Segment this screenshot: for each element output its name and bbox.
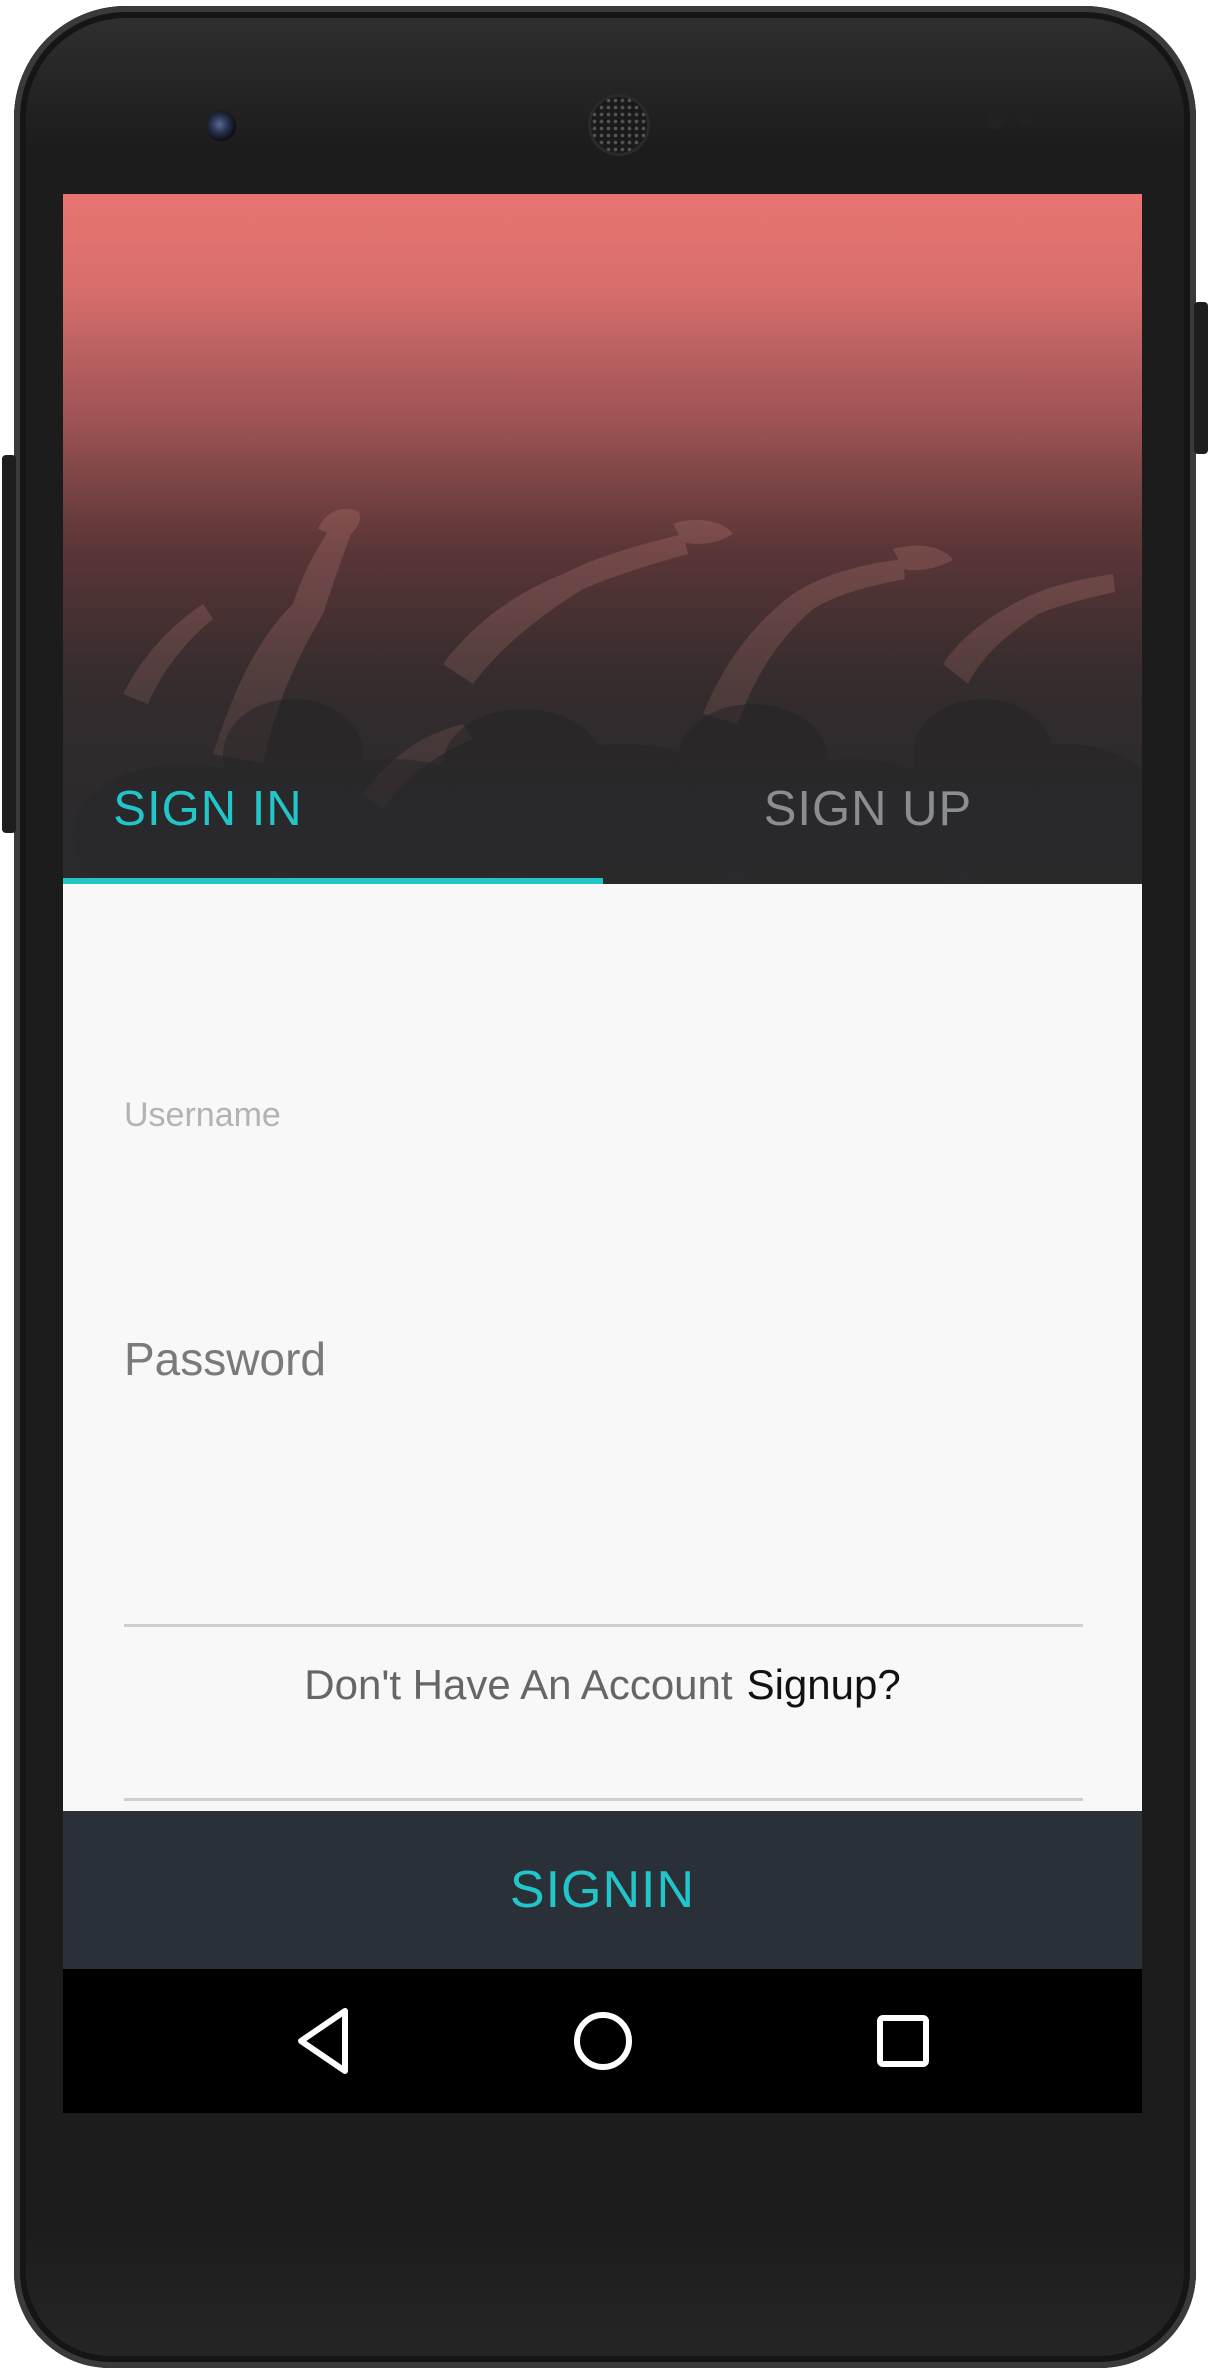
volume-button	[2, 455, 16, 833]
home-icon[interactable]	[559, 1997, 647, 2085]
username-underline	[124, 1798, 1083, 1801]
app-screen: SIGN IN SIGN UP Username Don't Have An A…	[63, 194, 1142, 2113]
tab-sign-in[interactable]: SIGN IN	[63, 769, 603, 849]
front-camera	[206, 111, 236, 141]
light-sensor	[1020, 116, 1032, 128]
back-icon[interactable]	[281, 1997, 369, 2085]
password-field	[124, 1324, 1083, 1404]
username-input[interactable]	[124, 1152, 1083, 1212]
tab-sign-up[interactable]: SIGN UP	[603, 769, 1142, 849]
system-navigation-bar	[63, 1969, 1142, 2113]
recents-icon[interactable]	[859, 1997, 947, 2085]
password-input[interactable]	[124, 1324, 1083, 1394]
account-prompt-text: Don't Have An Account	[304, 1661, 733, 1708]
tab-sign-up-label: SIGN UP	[763, 782, 973, 836]
username-field: Username	[124, 1096, 1083, 1226]
sign-in-form: Username Don't Have An Account Signup?	[63, 884, 1142, 1801]
password-underline	[124, 1624, 1083, 1627]
proximity-sensor	[986, 114, 1002, 130]
signup-link[interactable]: Signup?	[747, 1661, 901, 1708]
power-button	[1194, 302, 1208, 454]
earpiece-speaker	[591, 97, 647, 153]
signin-button[interactable]: SIGNIN	[63, 1811, 1142, 1969]
tab-sign-in-label: SIGN IN	[113, 782, 303, 836]
hero-header: SIGN IN SIGN UP	[63, 194, 1142, 884]
username-label: Username	[124, 1096, 281, 1134]
signup-prompt: Don't Have An Account Signup?	[63, 1661, 1142, 1709]
